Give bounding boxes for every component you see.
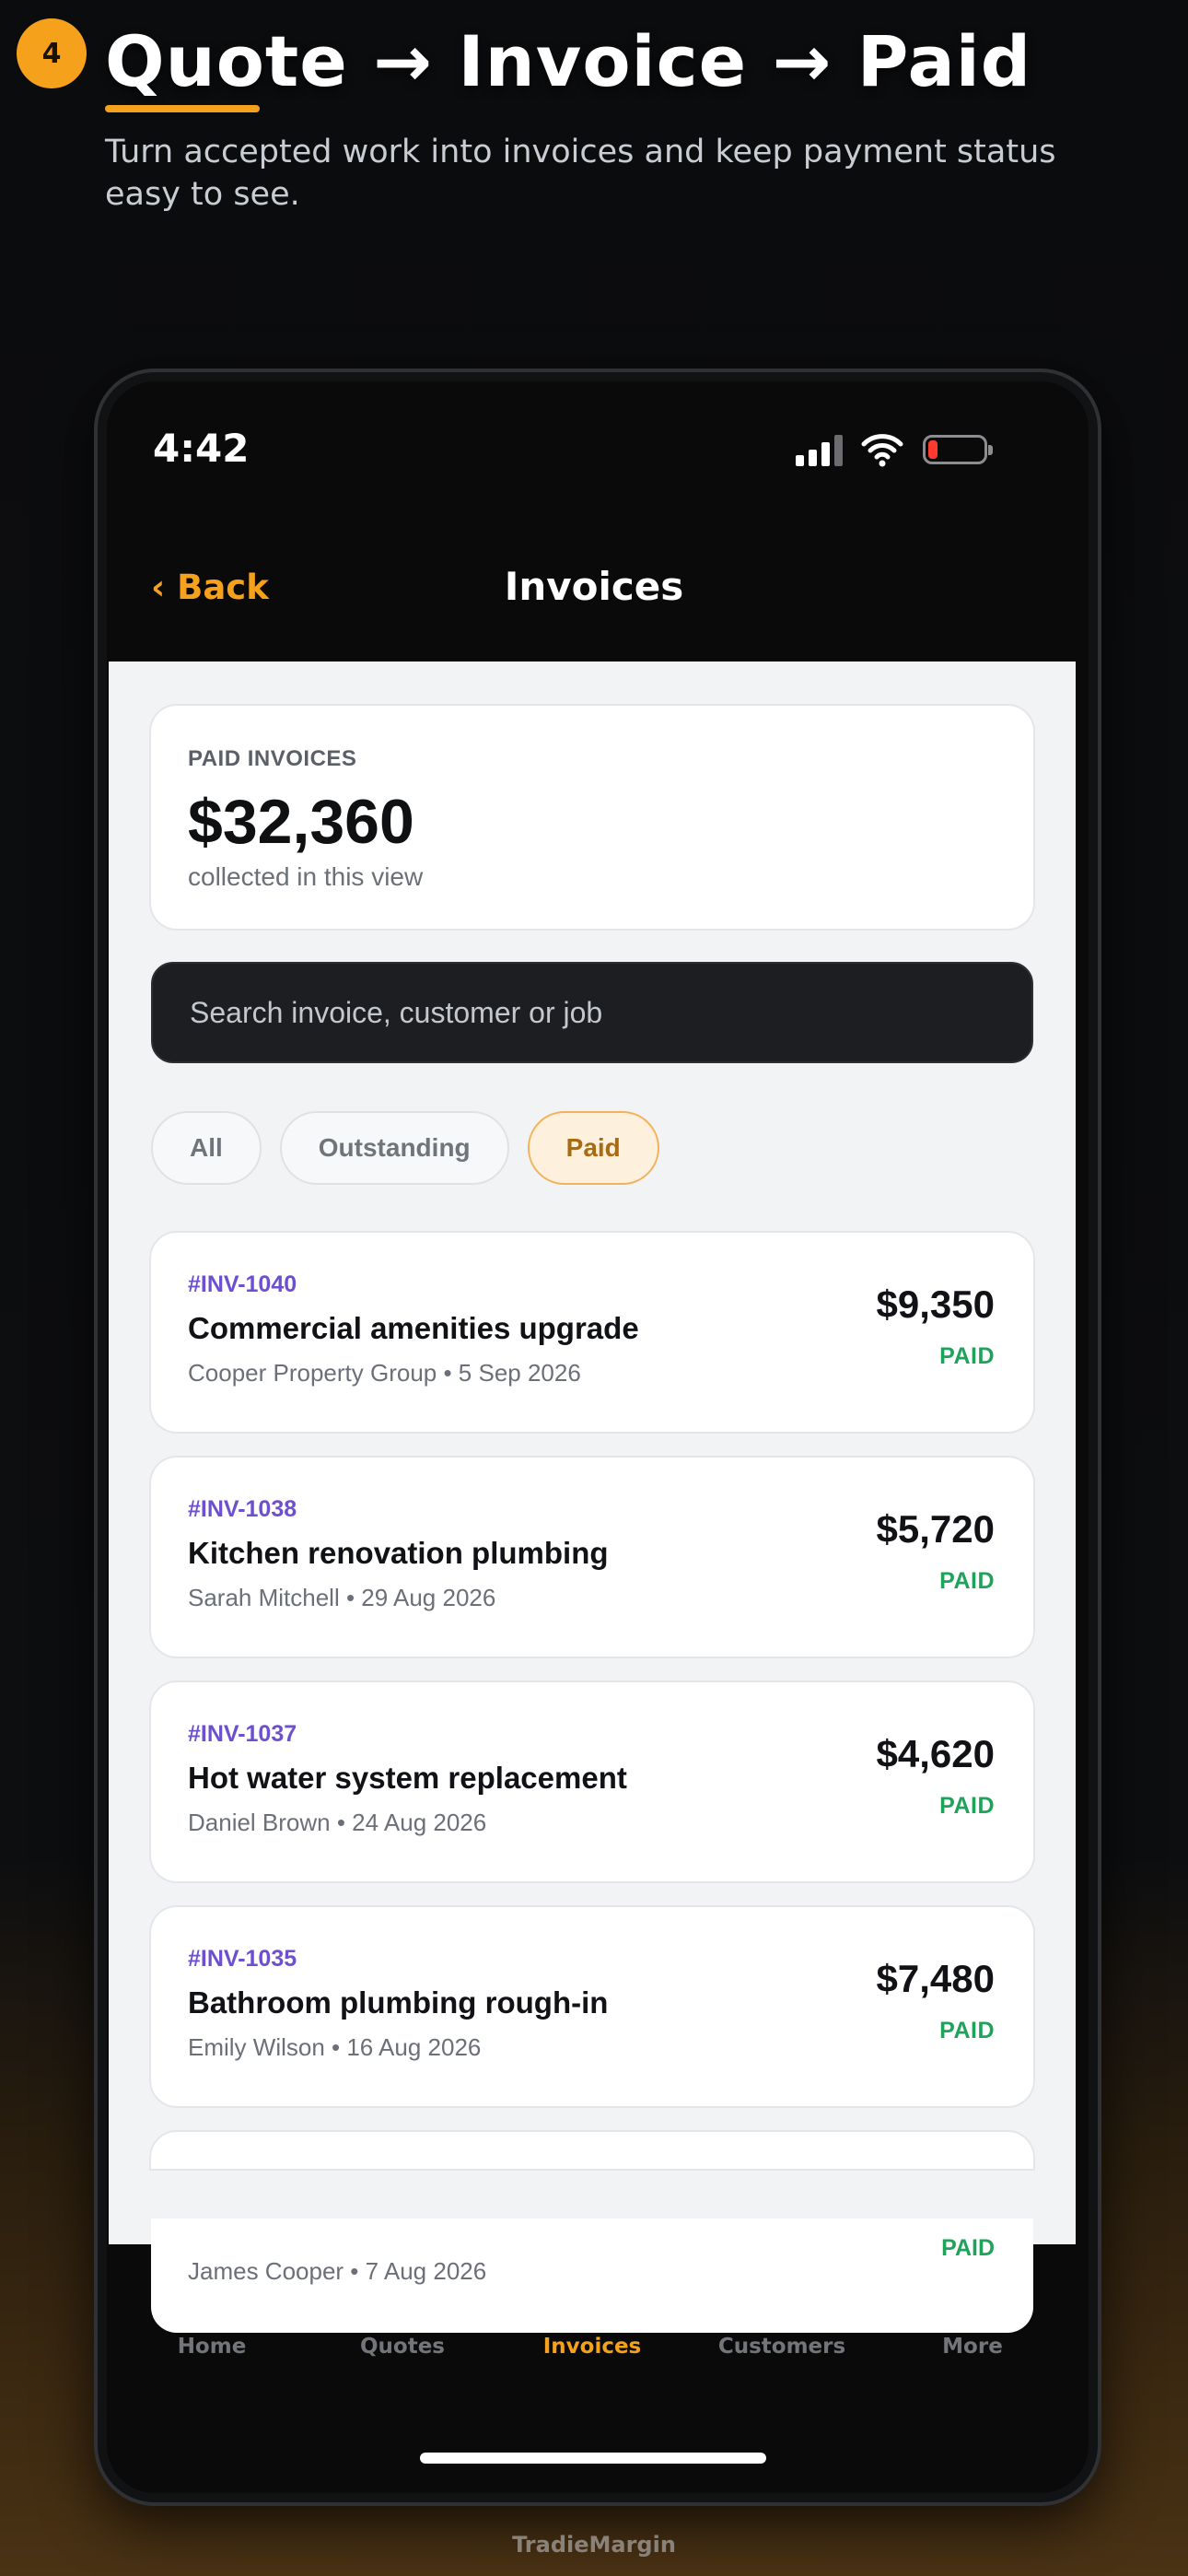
tab-home[interactable]: Home bbox=[120, 2335, 304, 2359]
invoice-meta: Cooper Property Group • 5 Sep 2026 bbox=[188, 1359, 581, 1387]
invoice-status-badge: PAID bbox=[939, 1343, 995, 1369]
tab-invoices[interactable]: Invoices bbox=[500, 2335, 684, 2359]
invoice-title: Kitchen renovation plumbing bbox=[188, 1536, 609, 1570]
search-input[interactable]: Search invoice, customer or job bbox=[151, 962, 1033, 1063]
filter-chip-outstanding[interactable]: Outstanding bbox=[279, 1111, 509, 1185]
invoice-amount: $7,480 bbox=[876, 1957, 995, 2000]
cellular-signal-icon bbox=[796, 433, 843, 466]
search-placeholder: Search invoice, customer or job bbox=[190, 995, 603, 1029]
battery-icon bbox=[923, 435, 993, 464]
invoice-amount: $4,620 bbox=[876, 1732, 995, 1775]
status-filter-chips: All Outstanding Paid bbox=[151, 1111, 659, 1185]
filter-chip-all[interactable]: All bbox=[151, 1111, 262, 1185]
invoice-title: Bathroom plumbing rough-in bbox=[188, 1985, 609, 2020]
step-number: 4 bbox=[41, 37, 62, 70]
invoice-meta: Daniel Brown • 24 Aug 2026 bbox=[188, 1809, 487, 1836]
invoice-title: Hot water system replacement bbox=[188, 1761, 627, 1795]
invoice-number: #INV-1038 bbox=[188, 1496, 297, 1522]
invoice-amount: $5,720 bbox=[876, 1507, 995, 1551]
home-indicator[interactable] bbox=[420, 2453, 766, 2464]
invoice-status-badge: PAID bbox=[939, 1793, 995, 1819]
invoice-card-overflow[interactable]: James Cooper • 7 Aug 2026 PAID bbox=[151, 2219, 1033, 2333]
invoice-card[interactable]: #INV-1038 Kitchen renovation plumbing Sa… bbox=[151, 1458, 1033, 1657]
tab-more[interactable]: More bbox=[880, 2335, 1065, 2359]
invoice-meta: Sarah Mitchell • 29 Aug 2026 bbox=[188, 1584, 496, 1611]
brand-name: TradieMargin bbox=[512, 2532, 676, 2558]
invoice-title: Commercial amenities upgrade bbox=[188, 1311, 639, 1345]
invoice-number: #INV-1037 bbox=[188, 1721, 297, 1747]
invoice-card[interactable]: #INV-1037 Hot water system replacement D… bbox=[151, 1682, 1033, 1881]
page-headline: Quote → Invoice → Paid bbox=[105, 20, 1032, 102]
invoice-meta: Emily Wilson • 16 Aug 2026 bbox=[188, 2033, 482, 2061]
invoice-status-badge: PAID bbox=[941, 2235, 995, 2261]
invoice-amount: $9,350 bbox=[876, 1282, 995, 1326]
status-time: 4:42 bbox=[153, 426, 250, 471]
invoice-status-badge: PAID bbox=[939, 1568, 995, 1594]
tab-quotes[interactable]: Quotes bbox=[310, 2335, 495, 2359]
paid-summary-card: PAID INVOICES $32,360 collected in this … bbox=[151, 706, 1033, 929]
wifi-icon bbox=[861, 434, 903, 467]
invoice-meta: James Cooper • 7 Aug 2026 bbox=[188, 2257, 487, 2285]
invoice-card[interactable]: #INV-1040 Commercial amenities upgrade C… bbox=[151, 1233, 1033, 1432]
page-subheadline: Turn accepted work into invoices and kee… bbox=[105, 134, 1056, 213]
invoice-number: #INV-1040 bbox=[188, 1271, 297, 1297]
invoice-card-partial[interactable] bbox=[151, 2132, 1033, 2169]
back-button[interactable]: ‹ Back bbox=[151, 568, 269, 607]
bottom-tab-bar: Home Quotes Invoices Customers More bbox=[109, 2335, 1076, 2390]
headline-underline bbox=[105, 105, 260, 112]
summary-amount: $32,360 bbox=[188, 787, 414, 857]
invoice-number: #INV-1035 bbox=[188, 1946, 297, 1972]
invoice-list: #INV-1040 Commercial amenities upgrade C… bbox=[151, 1233, 1033, 2195]
tab-customers[interactable]: Customers bbox=[690, 2335, 874, 2359]
summary-caption: collected in this view bbox=[188, 862, 424, 891]
invoice-status-badge: PAID bbox=[939, 2018, 995, 2043]
step-badge: 4 bbox=[17, 18, 87, 88]
invoice-card[interactable]: #INV-1035 Bathroom plumbing rough-in Emi… bbox=[151, 1907, 1033, 2106]
invoices-content[interactable]: PAID INVOICES $32,360 collected in this … bbox=[109, 662, 1076, 2244]
summary-label: PAID INVOICES bbox=[188, 746, 357, 771]
filter-chip-paid[interactable]: Paid bbox=[527, 1111, 659, 1185]
